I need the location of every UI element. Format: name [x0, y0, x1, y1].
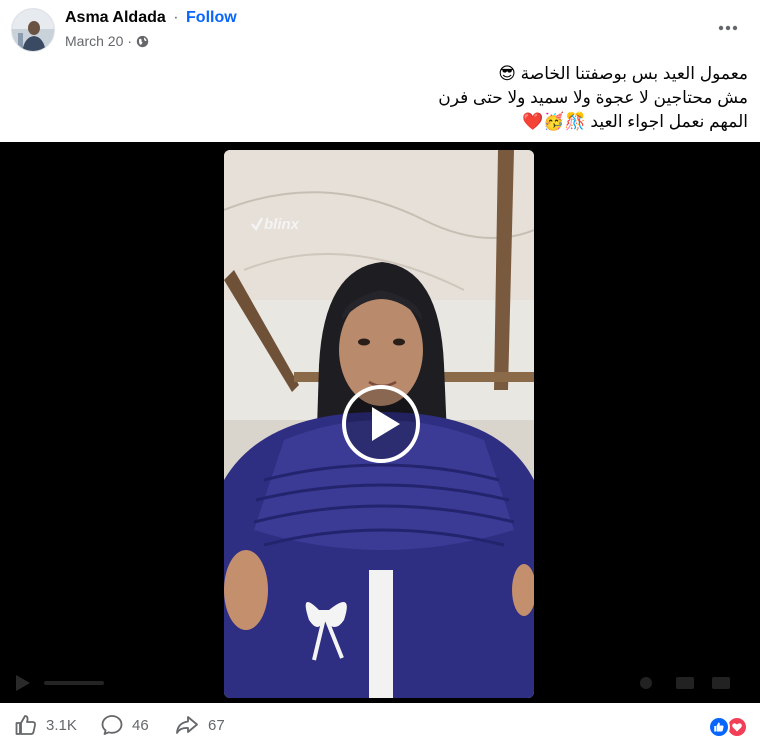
- more-horizontal-icon: [718, 25, 738, 31]
- post-header: Asma Aldada · Follow March 20 ·: [0, 0, 760, 58]
- share-button[interactable]: 67: [174, 713, 225, 737]
- small-play-icon: [16, 675, 30, 691]
- date-separator: ·: [127, 33, 133, 49]
- video-controls-overlay: [16, 675, 730, 691]
- author-avatar[interactable]: [11, 8, 55, 52]
- share-icon: [176, 716, 198, 734]
- reaction-summary[interactable]: [708, 716, 748, 738]
- author-line: Asma Aldada · Follow: [65, 9, 237, 27]
- post-caption: معمول العيد بس بوصفتنا الخاصة 😎 مش محتاج…: [148, 62, 748, 134]
- video-controls: [0, 663, 760, 703]
- follow-button[interactable]: Follow: [186, 9, 237, 26]
- comment-count: 46: [132, 716, 149, 734]
- comment-icon: [101, 715, 123, 735]
- author-name[interactable]: Asma Aldada: [65, 9, 166, 26]
- caption-line-1: معمول العيد بس بوصفتنا الخاصة 😎: [498, 64, 748, 83]
- more-options-button[interactable]: [714, 16, 742, 40]
- post-actions: 3.1K 46 67: [0, 703, 760, 751]
- caption-line-3: المهم نعمل اجواء العيد 🎊🥳❤️: [522, 112, 748, 131]
- globe-icon: [136, 35, 149, 47]
- caption-line-2: مش محتاجين لا عجوة ولا سميد ولا حتى فرن: [438, 88, 748, 107]
- play-icon: [342, 385, 420, 463]
- share-count: 67: [208, 716, 225, 734]
- post-meta: March 20 ·: [65, 33, 149, 49]
- like-button[interactable]: 3.1K: [14, 713, 77, 737]
- like-reaction-icon: [708, 716, 730, 738]
- video-player[interactable]: blinx: [0, 142, 760, 703]
- post-date[interactable]: March 20: [65, 33, 123, 49]
- separator-dot: ·: [173, 9, 179, 26]
- video-watermark: blinx: [264, 216, 300, 233]
- play-button[interactable]: [340, 383, 422, 465]
- comment-button[interactable]: 46: [100, 713, 149, 737]
- like-count: 3.1K: [46, 716, 77, 734]
- avatar-image: [12, 9, 54, 51]
- like-icon: [15, 715, 36, 735]
